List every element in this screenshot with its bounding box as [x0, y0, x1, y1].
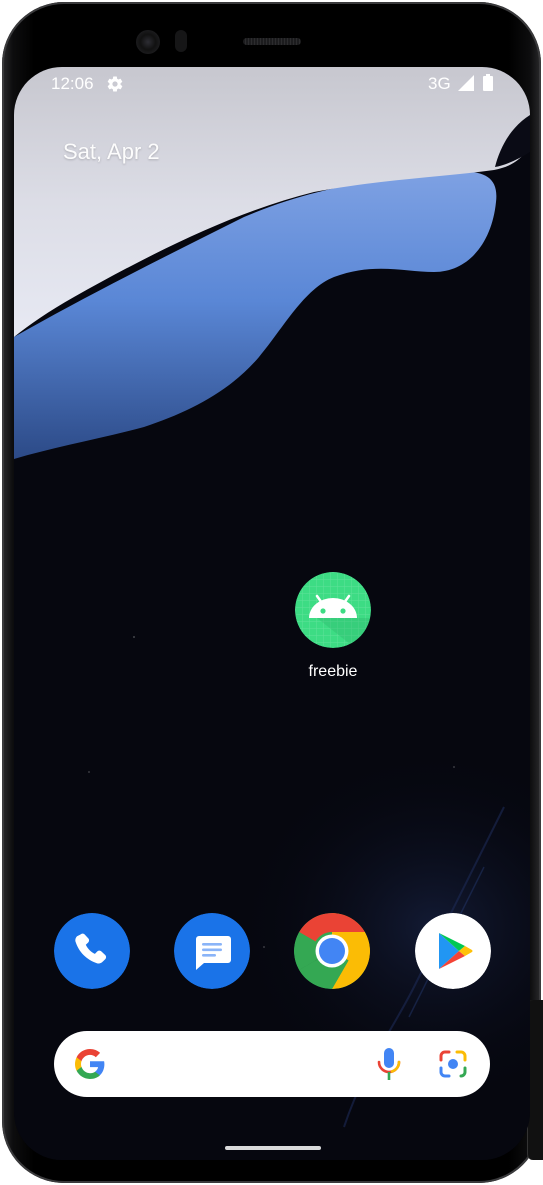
phone-icon[interactable] — [54, 913, 130, 989]
gear-icon — [107, 76, 123, 92]
front-camera — [136, 30, 160, 54]
signal-icon — [458, 75, 474, 91]
play-store-icon[interactable] — [415, 913, 491, 989]
chrome-icon[interactable] — [294, 913, 370, 989]
status-bar: 12:06 3G — [14, 67, 530, 101]
app-label: freebie — [308, 663, 358, 680]
mic-icon[interactable] — [376, 1046, 402, 1082]
date-widget[interactable]: Sat, Apr 2 — [63, 139, 160, 165]
screen: 12:06 3G Sat, Apr 2 freebie — [14, 67, 530, 1160]
earpiece-speaker — [243, 38, 301, 45]
google-search-bar[interactable] — [54, 1031, 490, 1097]
battery-icon — [483, 74, 493, 91]
device-frame: 12:06 3G Sat, Apr 2 freebie — [0, 0, 543, 1185]
wallpaper — [14, 67, 530, 1160]
android-icon — [295, 572, 371, 648]
status-time: 12:06 — [51, 74, 94, 93]
network-type: 3G — [428, 74, 451, 93]
proximity-sensor — [175, 30, 187, 52]
app-freebie[interactable]: freebie — [285, 571, 381, 691]
google-lens-icon[interactable] — [437, 1048, 469, 1080]
gesture-navigation-handle[interactable] — [225, 1146, 321, 1150]
messages-icon[interactable] — [174, 913, 250, 989]
google-g-icon — [75, 1049, 105, 1079]
